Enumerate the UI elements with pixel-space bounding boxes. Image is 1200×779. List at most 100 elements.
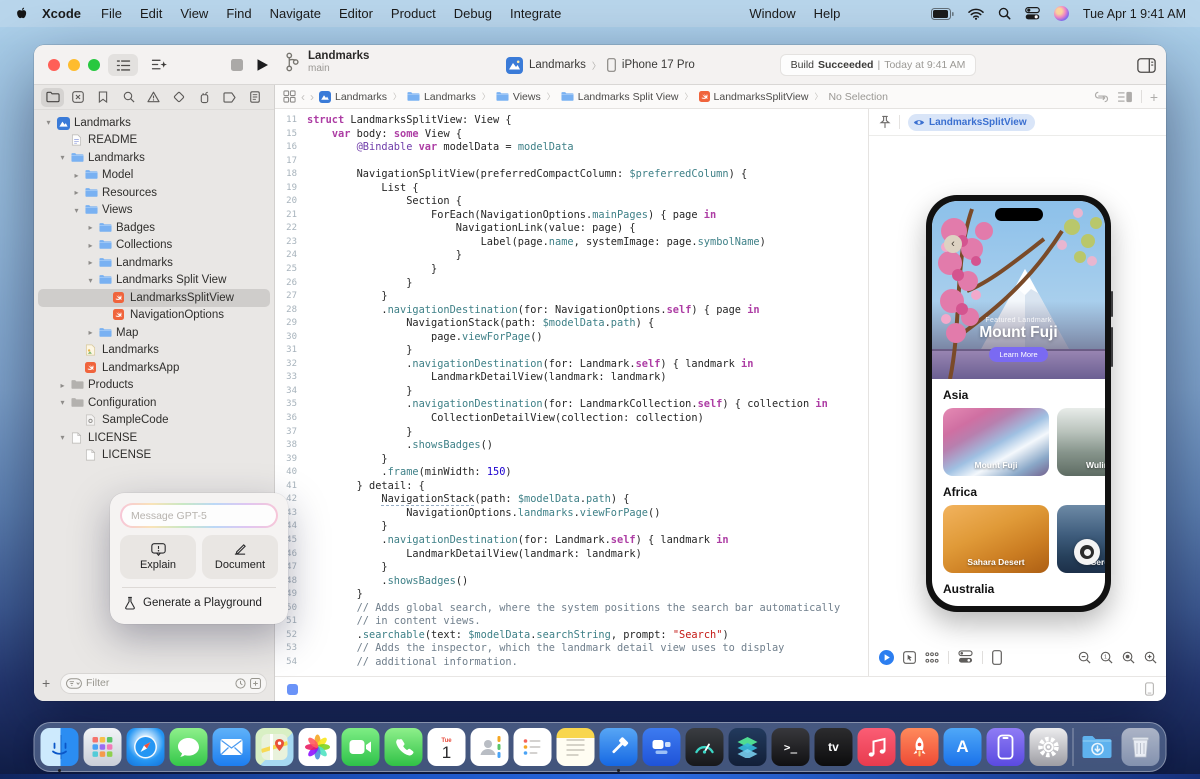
navigator-tab-breakpoints[interactable] [218, 88, 241, 107]
tree-item-badges[interactable]: ▸Badges [34, 219, 274, 237]
line-number[interactable]: 18 [275, 168, 301, 182]
line-number[interactable]: 39 [275, 453, 301, 467]
tree-item-views[interactable]: ▾Views [34, 202, 274, 220]
menu-editor[interactable]: Editor [330, 6, 382, 21]
code-line[interactable]: 27 } [275, 290, 868, 304]
dock-layers-icon[interactable] [729, 728, 767, 766]
line-number[interactable]: 54 [275, 656, 301, 670]
close-window-button[interactable] [48, 59, 60, 71]
menu-edit[interactable]: Edit [131, 6, 171, 21]
tree-item-model[interactable]: ▸Model [34, 167, 274, 185]
line-number[interactable]: 29 [275, 317, 301, 331]
dock-instruments-icon[interactable] [686, 728, 724, 766]
menu-xcode[interactable]: Xcode [31, 6, 92, 21]
tree-item-products[interactable]: ▸Products [34, 377, 274, 395]
source-editor[interactable]: 11struct LandmarksSplitView: View {15 va… [275, 109, 868, 676]
dock-messages-icon[interactable] [170, 728, 208, 766]
disclosure-open[interactable]: ▾ [86, 276, 95, 285]
line-number[interactable]: 23 [275, 236, 301, 250]
code-line[interactable]: 19 List { [275, 182, 868, 196]
code-line[interactable]: 35 .navigationDestination(for: LandmarkC… [275, 398, 868, 412]
code-line[interactable]: 25 } [275, 263, 868, 277]
activity-status[interactable]: Build Succeeded | Today at 9:41 AM [780, 54, 976, 76]
pin-preview-icon[interactable] [879, 115, 891, 129]
disclosure-closed[interactable]: ▸ [58, 381, 67, 390]
generate-playground-button[interactable]: Generate a Playground [124, 596, 274, 610]
preview-device-button[interactable] [992, 650, 1002, 665]
wifi-icon[interactable] [968, 8, 984, 20]
add-file-button[interactable]: + [42, 675, 54, 691]
filter-field[interactable] [60, 673, 267, 694]
tree-item-landmarks[interactable]: ▾Landmarks [34, 114, 274, 132]
learn-more-button[interactable]: Learn More [989, 347, 1047, 362]
scm-filter-icon[interactable] [250, 678, 261, 689]
line-number[interactable]: 53 [275, 642, 301, 656]
code-line[interactable]: 38 .showsBadges() [275, 439, 868, 453]
line-number[interactable]: 37 [275, 426, 301, 440]
disclosure-closed[interactable]: ▸ [86, 241, 95, 250]
dock-launchpad-icon[interactable] [84, 728, 122, 766]
line-number[interactable]: 40 [275, 466, 301, 480]
control-center-icon[interactable] [1025, 7, 1040, 20]
dock-notes-icon[interactable] [557, 728, 595, 766]
code-line[interactable]: 45 .navigationDestination(for: Landmark.… [275, 534, 868, 548]
line-number[interactable]: 34 [275, 385, 301, 399]
code-line[interactable]: 20 Section { [275, 195, 868, 209]
disclosure-closed[interactable]: ▸ [86, 328, 95, 337]
disclosure-open[interactable]: ▾ [58, 433, 67, 442]
navigator-tab-issues[interactable] [142, 88, 165, 107]
code-line[interactable]: 30 page.viewForPage() [275, 331, 868, 345]
tree-item-collections[interactable]: ▸Collections [34, 237, 274, 255]
code-line[interactable]: 31 } [275, 344, 868, 358]
spotlight-search-icon[interactable] [998, 7, 1011, 20]
line-number[interactable]: 15 [275, 128, 301, 142]
disclosure-open[interactable]: ▾ [72, 206, 81, 215]
dock-appstore-icon[interactable]: A [944, 728, 982, 766]
disclosure-open[interactable]: ▾ [58, 153, 67, 162]
disclosure-open[interactable]: ▾ [58, 398, 67, 407]
code-line[interactable]: 53 // Adds the inspector, which the land… [275, 642, 868, 656]
navigator-tab-project[interactable] [41, 88, 64, 107]
tree-item-license[interactable]: LICENSE [34, 447, 274, 465]
line-number[interactable]: 30 [275, 331, 301, 345]
line-number[interactable]: 17 [275, 155, 301, 169]
code-line[interactable]: 21 ForEach(NavigationOptions.mainPages) … [275, 209, 868, 223]
back-button[interactable]: ‹ [301, 90, 305, 104]
code-line[interactable]: 22 NavigationLink(value: page) { [275, 222, 868, 236]
line-number[interactable]: 26 [275, 277, 301, 291]
disclosure-closed[interactable]: ▸ [86, 223, 95, 232]
project-status[interactable]: Landmarks main [284, 50, 369, 74]
tree-item-landmarkssplitview[interactable]: LandmarksSplitView [34, 289, 274, 307]
menu-integrate[interactable]: Integrate [501, 6, 570, 21]
dock-mail-icon[interactable] [213, 728, 251, 766]
code-line[interactable]: 24 } [275, 249, 868, 263]
preview-device-icon[interactable] [1145, 682, 1154, 696]
navigator-tab-reports[interactable] [244, 88, 267, 107]
code-line[interactable]: 54 // additional information. [275, 656, 868, 670]
live-preview-button[interactable] [879, 650, 894, 665]
dock-rocket-icon[interactable] [901, 728, 939, 766]
code-line[interactable]: 26 } [275, 277, 868, 291]
line-number[interactable]: 33 [275, 371, 301, 385]
tree-item-navigationoptions[interactable]: NavigationOptions [34, 307, 274, 325]
line-number[interactable]: 16 [275, 141, 301, 155]
dock-settings-icon[interactable] [1030, 728, 1068, 766]
code-line[interactable]: 37 } [275, 426, 868, 440]
code-line[interactable]: 39 } [275, 453, 868, 467]
code-review-icon[interactable] [1094, 91, 1109, 103]
disclosure-closed[interactable]: ▸ [72, 188, 81, 197]
navigator-tab-debug[interactable] [193, 88, 216, 107]
dock-simulator-icon[interactable] [987, 728, 1025, 766]
tree-item-configuration[interactable]: ▾Configuration [34, 394, 274, 412]
featured-landmark-hero[interactable]: ‹ Featured Landmark Mount Fuji Learn Mor… [932, 201, 1105, 379]
menu-debug[interactable]: Debug [445, 6, 501, 21]
breadcrumb-landmarks[interactable]: Landmarks [407, 91, 476, 103]
navigator-tab-source-control[interactable] [66, 88, 89, 107]
navigator-tab-tests[interactable] [168, 88, 191, 107]
breadcrumb-landmarks-split-view[interactable]: Landmarks Split View [561, 91, 679, 103]
code-line[interactable]: 43 NavigationOptions.landmarks.viewForPa… [275, 507, 868, 521]
scheme-selector[interactable]: Landmarks 〉 iPhone 17 Pro [506, 54, 695, 76]
code-line[interactable]: 49 } [275, 588, 868, 602]
tree-item-resources[interactable]: ▸Resources [34, 184, 274, 202]
disclosure-closed[interactable]: ▸ [86, 258, 95, 267]
